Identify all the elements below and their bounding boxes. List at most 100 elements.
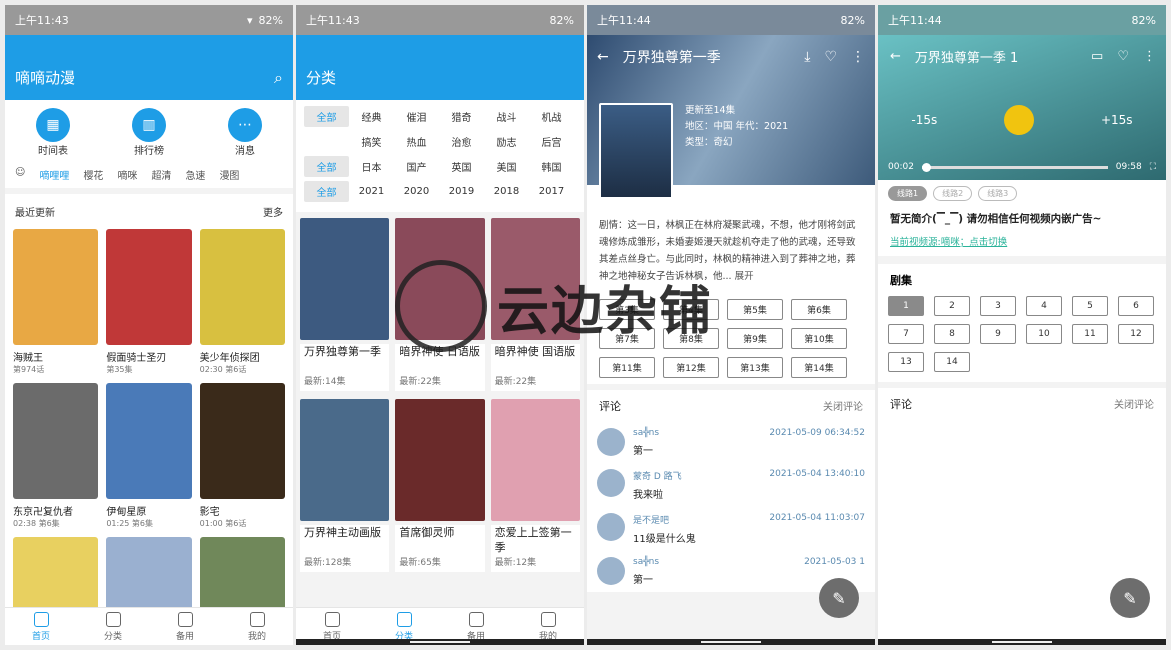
line-1[interactable]: 线路1 [888,186,928,201]
line-2[interactable]: 线路2 [933,186,973,201]
progress-track[interactable] [921,162,1108,172]
more-icon[interactable]: ⋮ [1143,49,1156,64]
anime-card[interactable]: 美少年侦探团 02:30 第6话 [199,229,285,375]
anime-card[interactable]: 影宅 01:00 第6话 [199,383,285,529]
tab-dimi[interactable]: 嘀咪 [117,167,137,182]
edit-fab[interactable]: ✎ [1110,578,1150,618]
tv-cast-icon[interactable]: ▭ [1091,49,1103,64]
episode-button[interactable]: 4 [1026,296,1062,316]
back-arrow-icon[interactable]: ← [890,49,901,64]
nav-home[interactable]: 首页 [5,608,77,645]
comment-list: sa╬ns 2021-05-09 06:34:52 第一 蒙奇 D 路飞 2021-05… [587,422,875,592]
tab-yinghua[interactable]: 樱花 [83,167,103,182]
filter-option[interactable]: 2018 [484,183,529,200]
filter-option[interactable]: 励志 [484,131,529,152]
episode-button[interactable]: 13 [888,352,924,372]
quick-ranking[interactable]: ▥ 排行榜 [132,108,166,157]
anime-card[interactable]: 万界独尊第一季 最新:14集 [300,218,390,391]
filter-option[interactable]: 全部 [304,156,349,177]
download-icon[interactable]: ⤓ [804,49,810,65]
episode-button[interactable]: 第14集 [791,357,847,378]
anime-card[interactable]: 万界神主动画版 最新:128集 [300,399,390,572]
episode-button[interactable]: 1 [888,296,924,316]
expand-link[interactable]: 展开 [735,271,754,282]
tab-mantu[interactable]: 漫图 [219,167,239,182]
episode-button[interactable]: 2 [934,296,970,316]
episode-button[interactable]: 3 [980,296,1016,316]
nav-backup[interactable]: 备用 [149,608,221,645]
episode-button[interactable]: 12 [1118,324,1154,344]
search-icon[interactable]: ⌕ [274,68,283,88]
tab-dilidili[interactable]: 嘀哩哩 [39,167,69,182]
episode-button[interactable]: 第6集 [791,299,847,320]
rewind-button[interactable]: -15s [911,113,937,127]
episode-button[interactable]: 第9集 [727,328,783,349]
anime-card[interactable]: 东京卍复仇者 02:38 第6集 [13,383,99,529]
episode-button[interactable]: 第12集 [663,357,719,378]
close-comment-button[interactable]: 关闭评论 [1114,396,1154,412]
more-icon[interactable]: ⋮ [851,49,865,65]
episode-button[interactable]: 10 [1026,324,1062,344]
episode-button[interactable]: 14 [934,352,970,372]
more-link[interactable]: 更多 [263,204,283,219]
episode-button[interactable]: 8 [934,324,970,344]
filter-option[interactable]: 国产 [394,156,439,177]
anime-card[interactable]: 假面骑士圣刃 第35集 [106,229,192,375]
back-arrow-icon[interactable]: ← [597,49,609,65]
episode-button[interactable]: 11 [1072,324,1108,344]
nav-mine[interactable]: 我的 [221,608,293,645]
filter-option[interactable]: 2019 [439,183,484,200]
filter-option[interactable]: 全部 [304,106,349,127]
quick-schedule[interactable]: ▦ 时间表 [36,108,70,157]
card-title: 美少年侦探团 [199,353,260,364]
filter-option[interactable]: 催泪 [394,106,439,127]
filter-option[interactable]: 英国 [439,156,484,177]
edit-fab[interactable]: ✎ [819,578,859,618]
line-3[interactable]: 线路3 [978,186,1018,201]
filter-option[interactable]: 日本 [349,156,394,177]
anime-card[interactable]: 伊甸星原 01:25 第6集 [106,383,192,529]
anime-card[interactable]: 海贼王 第974话 [13,229,99,375]
filter-option[interactable]: 热血 [394,131,439,152]
forward-button[interactable]: +15s [1101,113,1133,127]
filter-option[interactable]: 机战 [529,106,574,127]
card-subtitle: 最新:14集 [300,374,390,391]
episode-button[interactable]: 第5集 [727,299,783,320]
episode-button[interactable]: 第11集 [599,357,655,378]
filter-option[interactable]: 后宫 [529,131,574,152]
anime-card[interactable]: 首席御灵师 最新:65集 [395,399,485,572]
episode-button[interactable]: 9 [980,324,1016,344]
filter-option[interactable]: 搞笑 [349,131,394,152]
pause-button[interactable] [1004,105,1035,135]
heart-icon[interactable]: ♡ [824,49,837,65]
filter-option[interactable]: 全部 [304,181,349,202]
filter-option[interactable]: 战斗 [484,106,529,127]
filter-option[interactable]: 美国 [484,156,529,177]
close-comment-button[interactable]: 关闭评论 [823,398,863,414]
tab-chaoqing[interactable]: 超清 [151,167,171,182]
episode-button[interactable]: 5 [1072,296,1108,316]
episode-button[interactable]: 第13集 [727,357,783,378]
quick-message[interactable]: ⋯ 消息 [228,108,262,157]
filter-option[interactable]: 猎奇 [439,106,484,127]
filter-option[interactable] [304,139,349,145]
filter-option[interactable]: 2020 [394,183,439,200]
anime-card[interactable]: 恋爱上上签第一季 最新:12集 [490,399,580,572]
episode-button[interactable]: 6 [1118,296,1154,316]
episode-button[interactable]: 7 [888,324,924,344]
heart-icon[interactable]: ♡ [1117,49,1129,64]
fullscreen-icon[interactable]: ⛶ [1150,162,1156,172]
video-player[interactable]: ← 万界独尊第一季 1 ▭ ♡ ⋮ -15s +15s 00:02 09:58 ⛶ [878,35,1166,180]
filter-option[interactable]: 2021 [349,183,394,200]
nav-category[interactable]: 分类 [77,608,149,645]
smile-icon[interactable]: ☺ [15,167,25,182]
progress-bar[interactable]: 00:02 09:58 ⛶ [888,162,1156,172]
source-switch-link[interactable]: 当前视频源:嘀咪；点击切换 [890,234,1154,248]
tab-jisu[interactable]: 急速 [185,167,205,182]
episode-button[interactable]: 第10集 [791,328,847,349]
filter-option[interactable]: 治愈 [439,131,484,152]
source-tabs: ☺ 嘀哩哩 樱花 嘀咪 超清 急速 漫图 [5,161,293,188]
filter-option[interactable]: 经典 [349,106,394,127]
filter-option[interactable]: 2017 [529,183,574,200]
filter-option[interactable]: 韩国 [529,156,574,177]
